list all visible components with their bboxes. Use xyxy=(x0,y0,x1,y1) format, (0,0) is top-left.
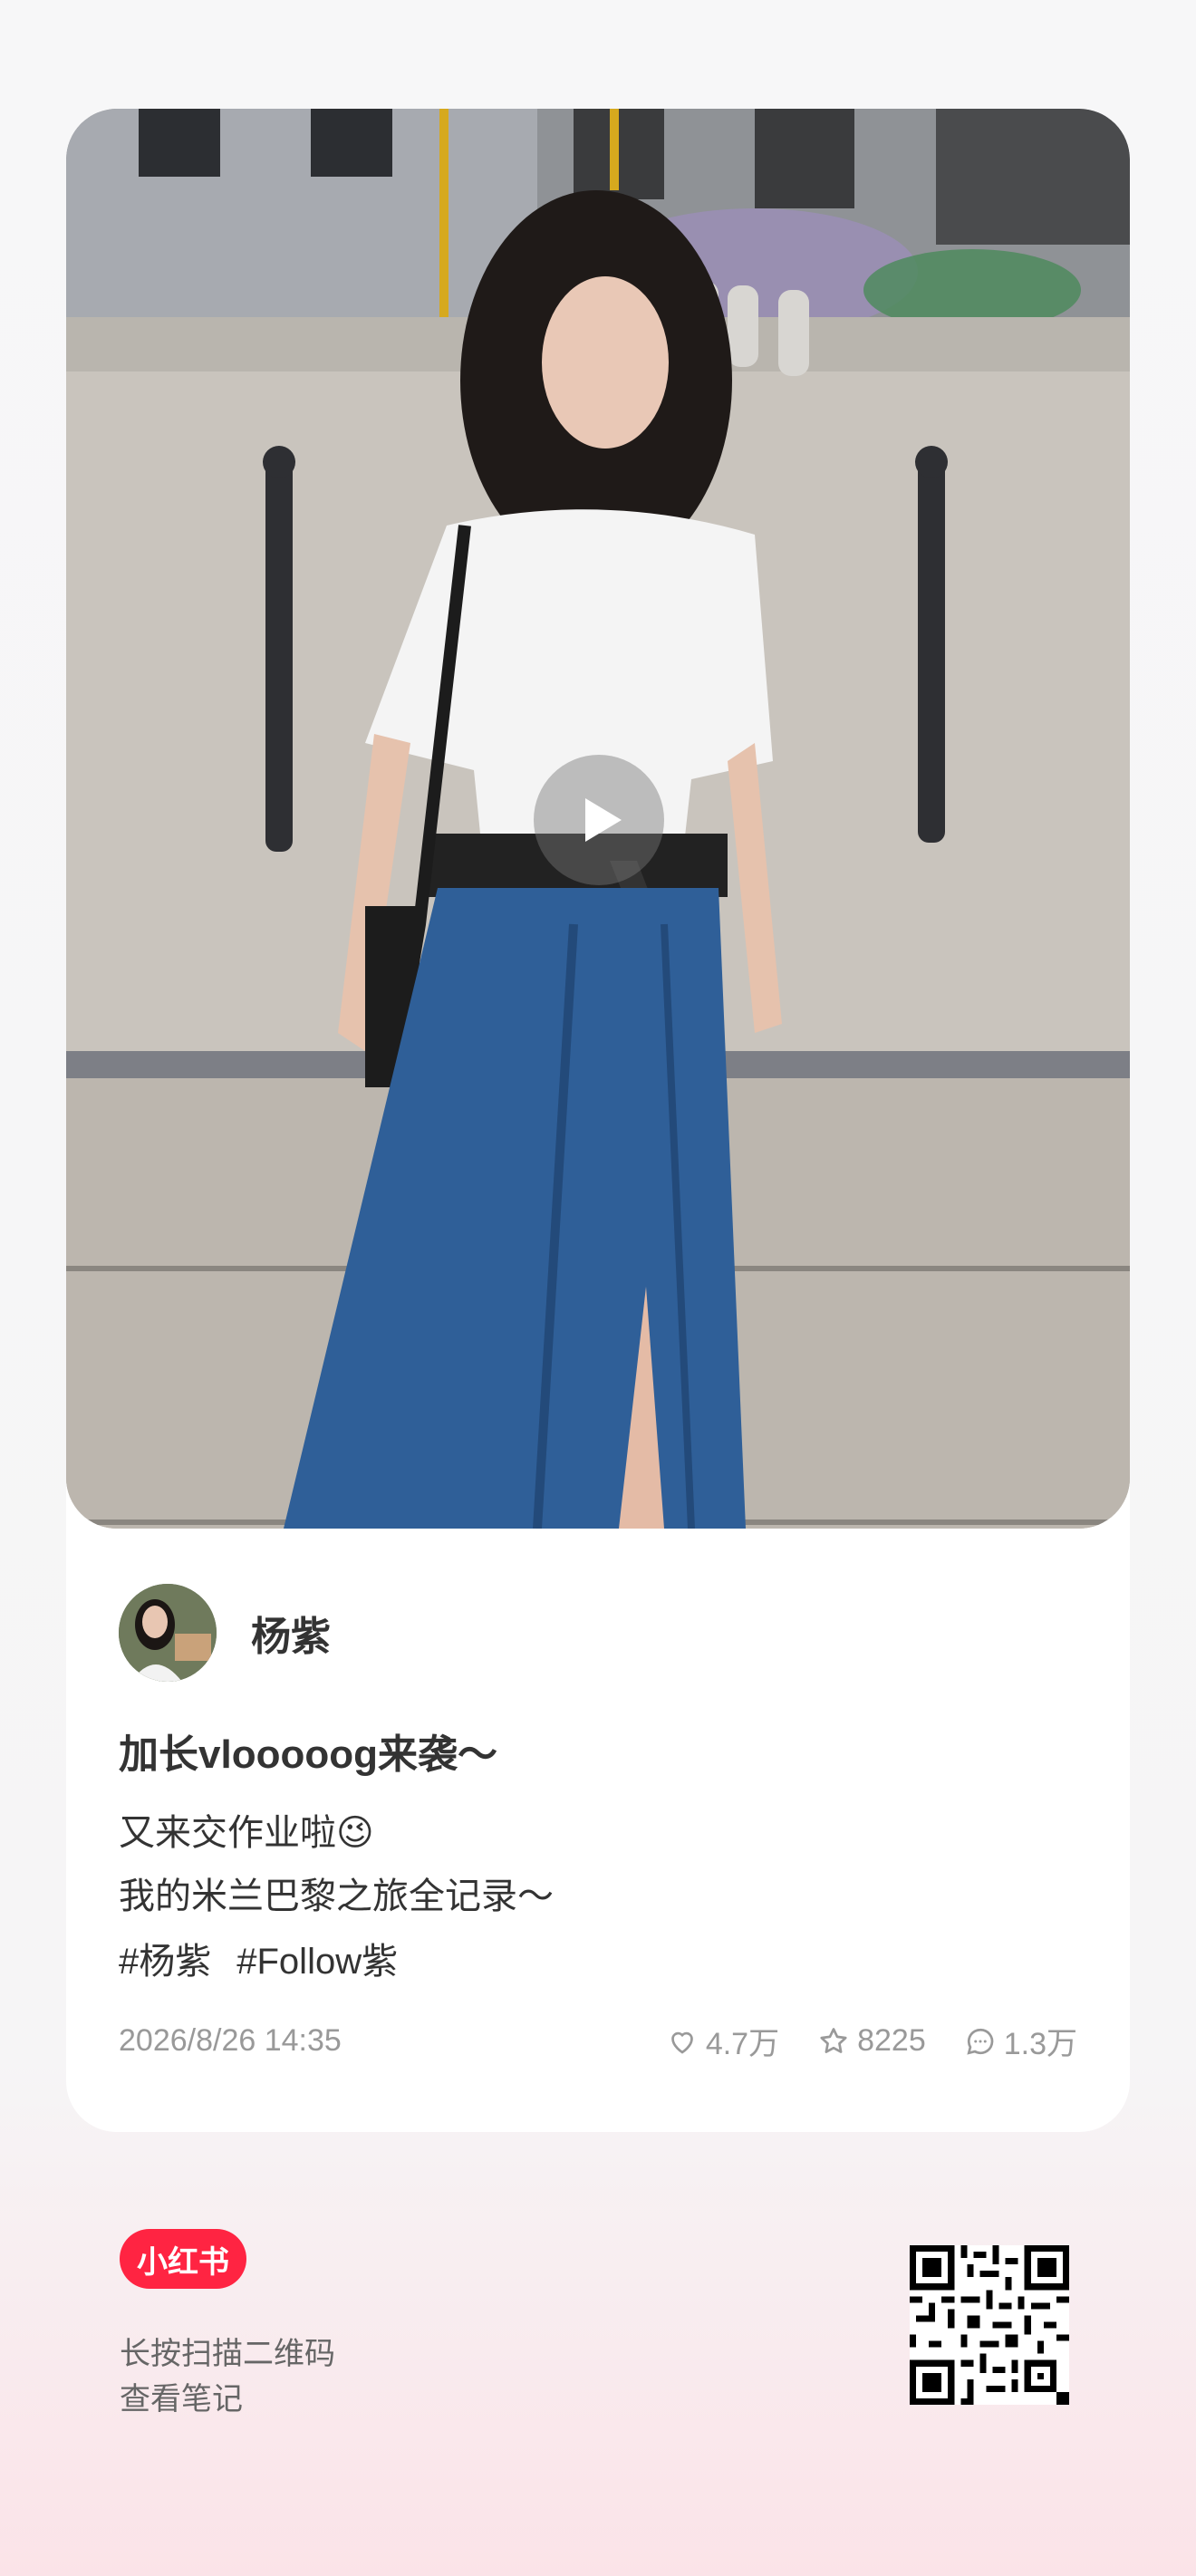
like-count: 4.7万 xyxy=(705,2027,780,2061)
hashtag[interactable]: #杨紫 xyxy=(119,1932,211,1984)
author-name[interactable]: 杨紫 xyxy=(251,1604,331,1662)
hashtag[interactable]: #Follow紫 xyxy=(236,1932,398,1984)
comment-stat[interactable]: 1.3万 xyxy=(964,2019,1077,2063)
favorite-count: 8225 xyxy=(857,2023,926,2058)
xiaohongshu-logo: 小红书 xyxy=(120,2229,246,2289)
tag-list: #杨紫 #Follow紫 xyxy=(119,1932,398,1984)
scan-hint-line-1: 长按扫描二维码 xyxy=(120,2337,335,2371)
comment-count: 1.3万 xyxy=(1003,2027,1077,2061)
play-button[interactable] xyxy=(534,755,664,885)
author-row[interactable]: 杨紫 xyxy=(119,1584,331,1682)
note-card: 杨紫 加长vlooooog来袭～ 又来交作业啦😉 我的米兰巴黎之旅全记录～ #杨… xyxy=(66,109,1130,2132)
video-cover[interactable] xyxy=(66,109,1130,1529)
note-body-line-1: 又来交作业啦😉 xyxy=(119,1813,374,1853)
comment-icon xyxy=(967,2028,994,2055)
note-body-line-2: 我的米兰巴黎之旅全记录～ xyxy=(119,1877,554,1916)
play-icon xyxy=(585,798,622,842)
avatar[interactable] xyxy=(119,1584,217,1682)
note-title: 加长vlooooog来袭～ xyxy=(119,1732,497,1777)
note-meta: 2026/8/26 14:35 4.7万 8225 1.3万 xyxy=(119,2019,1077,2063)
post-date: 2026/8/26 14:35 xyxy=(119,2023,342,2058)
qr-code[interactable] xyxy=(910,2245,1069,2405)
star-icon xyxy=(820,2027,847,2053)
like-stat[interactable]: 4.7万 xyxy=(666,2019,779,2063)
favorite-stat[interactable]: 8225 xyxy=(817,2023,926,2059)
scan-hint-line-2: 查看笔记 xyxy=(120,2382,243,2417)
heart-icon xyxy=(670,2031,693,2054)
